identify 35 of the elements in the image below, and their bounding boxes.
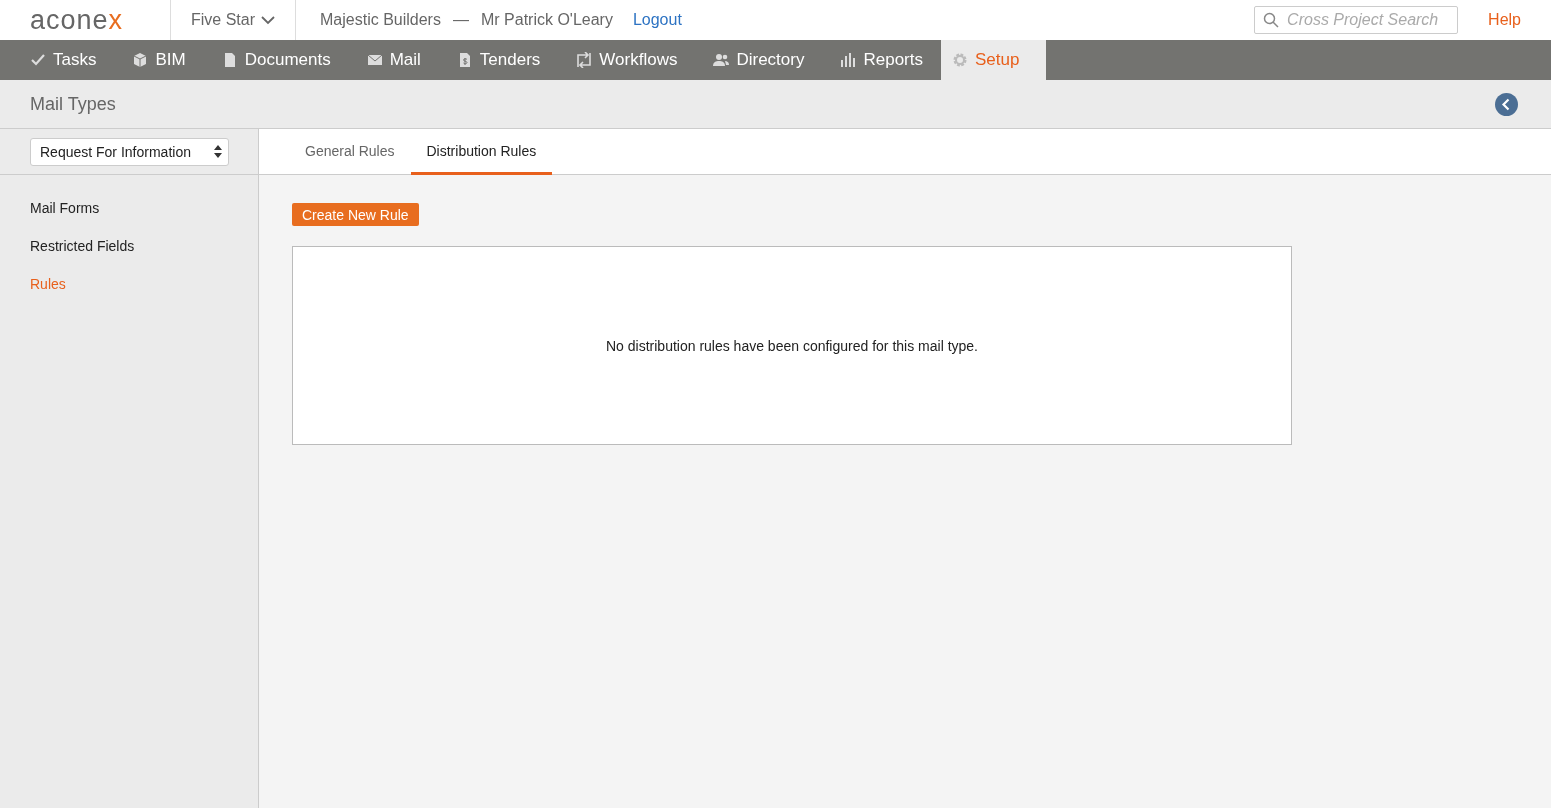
nav-tab[interactable]: Tasks xyxy=(12,40,115,80)
rules-tab[interactable]: General Rules xyxy=(289,129,411,175)
envelope-icon xyxy=(366,52,383,68)
nav-tab[interactable]: Tenders xyxy=(438,40,559,80)
organization-name: Majestic Builders xyxy=(320,11,441,29)
sort-arrows-icon xyxy=(214,145,222,158)
nav-tab[interactable]: Setup xyxy=(941,40,1047,80)
mail-type-dropdown[interactable]: Request For Information xyxy=(30,137,229,166)
nav-tab[interactable]: Workflows xyxy=(558,40,696,80)
sidebar-item[interactable]: Restricted Fields xyxy=(30,238,135,254)
arrows-icon xyxy=(576,52,593,68)
cube-icon xyxy=(132,52,149,68)
logo-wordmark: aconex xyxy=(29,4,125,36)
nav-tab[interactable]: Reports xyxy=(822,40,941,80)
check-icon xyxy=(30,52,46,68)
user-name: Mr Patrick O'Leary xyxy=(480,11,613,29)
empty-state-message: No distribution rules have been configured for this mail type. xyxy=(606,337,978,354)
search-icon xyxy=(1263,12,1280,28)
logout-link[interactable]: Logout xyxy=(632,11,682,29)
collapse-left-icon[interactable] xyxy=(1495,92,1518,116)
separator-dash: — xyxy=(452,11,469,29)
people-icon xyxy=(713,52,730,68)
chevron-down-icon xyxy=(261,15,275,25)
page-title: Mail Types xyxy=(30,93,116,115)
search-field[interactable]: Cross Project Search xyxy=(1254,6,1459,34)
create-new-rule-button[interactable]: Create New Rule xyxy=(292,203,419,226)
sidebar-item[interactable]: Rules xyxy=(30,276,66,292)
nav-tab[interactable]: Mail xyxy=(348,40,439,80)
nav-tab[interactable]: BIM xyxy=(114,40,204,80)
sidebar-item[interactable]: Mail Forms xyxy=(30,200,100,216)
help-link[interactable]: Help xyxy=(1488,11,1521,29)
nav-tab[interactable]: Directory xyxy=(695,40,823,80)
gear-icon xyxy=(952,52,968,68)
bar-chart-icon xyxy=(840,52,857,68)
nav-tab[interactable]: Documents xyxy=(203,40,349,80)
